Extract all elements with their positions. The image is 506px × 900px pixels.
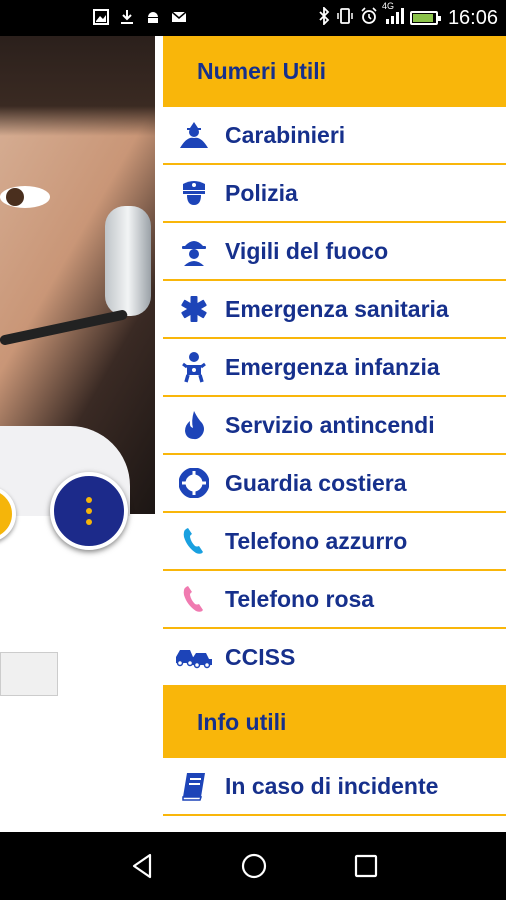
carabiniere-icon — [163, 120, 225, 150]
drawer-item-cciss[interactable]: CCISS — [163, 629, 506, 687]
background-input[interactable] — [0, 652, 58, 696]
clock: 16:06 — [447, 6, 498, 29]
book-icon — [163, 771, 225, 801]
lifebuoy-icon — [163, 468, 225, 498]
firefighter-icon — [163, 236, 225, 266]
drawer-item-in-caso-di-incidente[interactable]: In caso di incidente — [163, 758, 506, 816]
drawer-item-vigili-del-fuoco[interactable]: Vigili del fuoco — [163, 223, 506, 281]
back-icon[interactable] — [126, 850, 158, 882]
section-title: Numeri Utili — [197, 58, 327, 84]
medical-asterisk-icon — [163, 294, 225, 324]
section-header-info-utili: Info utili — [163, 687, 506, 758]
child-icon — [163, 351, 225, 383]
dot — [86, 519, 92, 525]
drawer-item-carabinieri[interactable]: Carabinieri — [163, 107, 506, 165]
phone-icon — [163, 527, 225, 555]
drawer-item-emergenza-sanitaria[interactable]: Emergenza sanitaria — [163, 281, 506, 339]
phone-icon — [163, 585, 225, 613]
more-menu-fab[interactable] — [50, 472, 128, 550]
drawer-item-label: Polizia — [225, 179, 298, 206]
drawer-item-label: Emergenza sanitaria — [225, 295, 449, 322]
drawer-item-emergenza-infanzia[interactable]: Emergenza infanzia — [163, 339, 506, 397]
gallery-icon — [92, 8, 110, 26]
operator-photo — [0, 36, 155, 516]
home-icon[interactable] — [238, 850, 270, 882]
dot — [86, 497, 92, 503]
cars-icon — [163, 645, 225, 669]
drawer-item-servizio-antincendi[interactable]: Servizio antincendi — [163, 397, 506, 455]
drawer-item-label: Carabinieri — [225, 121, 346, 148]
status-bar: 4G 16:06 — [0, 0, 506, 36]
alarm-icon — [360, 6, 378, 30]
vibrate-icon — [336, 7, 354, 30]
mail-icon — [170, 8, 188, 26]
drawer-item-label: Telefono rosa — [225, 585, 375, 612]
drawer-item-guardia-costiera[interactable]: Guardia costiera — [163, 455, 506, 513]
recents-icon[interactable] — [350, 850, 382, 882]
police-cap-icon — [163, 178, 225, 208]
navigation-drawer: Numeri Utili Carabinieri Polizia Vigili … — [163, 36, 506, 832]
drawer-item-label: Emergenza infanzia — [225, 353, 440, 380]
drawer-item-label: Telefono azzurro — [225, 527, 408, 554]
signal-icon: 4G — [382, 1, 404, 30]
bluetooth-icon — [318, 5, 330, 30]
drawer-item-label: CCISS — [225, 643, 296, 670]
drawer-item-telefono-azzurro[interactable]: Telefono azzurro — [163, 513, 506, 571]
flame-icon — [163, 410, 225, 440]
drawer-item-label: Vigili del fuoco — [225, 237, 389, 264]
battery-icon — [409, 11, 441, 25]
drawer-item-label: In caso di incidente — [225, 772, 439, 799]
android-icon — [144, 8, 162, 26]
download-icon — [118, 8, 136, 26]
drawer-item-next[interactable] — [163, 816, 506, 832]
navigation-bar — [0, 832, 506, 900]
section-title: Info utili — [197, 709, 287, 735]
dot — [86, 508, 92, 514]
section-header-numeri-utili: Numeri Utili — [163, 36, 506, 107]
drawer-item-telefono-rosa[interactable]: Telefono rosa — [163, 571, 506, 629]
drawer-item-polizia[interactable]: Polizia — [163, 165, 506, 223]
drawer-item-label: Guardia costiera — [225, 469, 407, 496]
network-type: 4G — [381, 0, 394, 11]
drawer-item-label: Servizio antincendi — [225, 411, 435, 438]
